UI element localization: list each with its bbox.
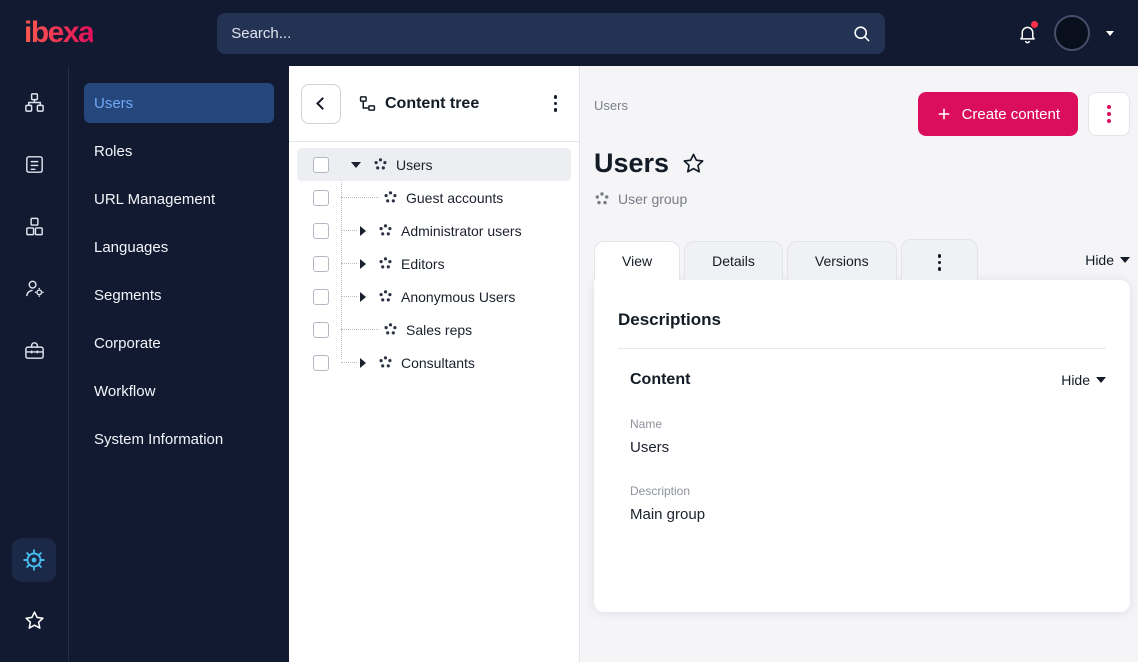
tree-connector: [341, 263, 357, 264]
sidebar-item-segments[interactable]: Segments: [84, 275, 274, 315]
global-search[interactable]: [217, 12, 886, 54]
search-input[interactable]: [231, 24, 853, 42]
user-group-icon: [378, 223, 393, 238]
user-group-icon: [373, 157, 388, 172]
search-icon: [852, 24, 871, 43]
content-tree-title: Content tree: [359, 95, 479, 113]
tree-row-administrator-users[interactable]: Administrator users: [297, 214, 571, 247]
sidebar-item-languages[interactable]: Languages: [84, 227, 274, 267]
tab-bar: View Details Versions Hide: [594, 239, 1130, 280]
notification-dot: [1031, 20, 1038, 28]
tree-connector: [341, 230, 357, 231]
create-content-button[interactable]: Create content: [917, 92, 1078, 136]
chevron-down-icon[interactable]: [1106, 30, 1114, 36]
toolbox-icon[interactable]: [14, 330, 54, 370]
user-group-icon: [383, 322, 398, 337]
checkbox[interactable]: [313, 255, 329, 272]
breadcrumb[interactable]: Users: [594, 98, 628, 113]
sidebar-item-system-information[interactable]: System Information: [84, 419, 274, 459]
collapse-tree-button[interactable]: [301, 83, 341, 124]
settings-gear-icon[interactable]: [12, 538, 56, 582]
favorite-star-icon[interactable]: [681, 151, 706, 176]
checkbox[interactable]: [313, 222, 329, 239]
bookmarks-star-icon[interactable]: [14, 600, 54, 640]
descriptions-card: Descriptions Content Hide Name Users Des…: [594, 279, 1130, 612]
checkbox[interactable]: [313, 189, 329, 206]
card-heading: Descriptions: [618, 309, 721, 329]
content-structure-icon[interactable]: [14, 82, 54, 122]
caret-down-icon[interactable]: [351, 161, 361, 168]
tab-versions[interactable]: Versions: [786, 240, 897, 280]
tree-row-sales-reps[interactable]: Sales reps: [297, 313, 571, 346]
sidebar-item-users[interactable]: Users: [84, 83, 274, 123]
sidebar-item-roles[interactable]: Roles: [84, 131, 274, 171]
page-options-kebab[interactable]: [1088, 92, 1130, 136]
caret-down-icon: [1120, 256, 1130, 263]
content-type-label: User group: [594, 191, 1130, 207]
field-label-name: Name: [630, 416, 663, 431]
content-section: Content Hide Name Users Description Main…: [618, 349, 1106, 523]
tree-row-consultants[interactable]: Consultants: [297, 346, 571, 379]
modules-icon[interactable]: [14, 206, 54, 246]
tree-row-anonymous-users[interactable]: Anonymous Users: [297, 280, 571, 313]
tree-row-users[interactable]: Users: [297, 148, 571, 181]
user-group-icon: [594, 191, 610, 207]
tab-more-kebab[interactable]: [900, 239, 979, 280]
caret-right-icon[interactable]: [360, 357, 366, 368]
section-hide-toggle[interactable]: Hide: [1061, 372, 1106, 388]
content-tree: Users Guest accounts Administrator users…: [289, 142, 579, 385]
tree-icon: [359, 95, 376, 112]
sidebar-item-workflow[interactable]: Workflow: [84, 371, 274, 411]
checkbox[interactable]: [313, 156, 329, 173]
caret-right-icon[interactable]: [360, 291, 366, 302]
content-tree-header: Content tree: [289, 66, 579, 142]
caret-right-icon[interactable]: [360, 258, 366, 269]
content-tree-panel: Content tree Users Guest accounts Admini…: [289, 66, 580, 662]
user-group-icon: [383, 190, 398, 205]
sidebar-menu: Users Roles URL Management Languages Seg…: [69, 66, 289, 662]
caret-down-icon: [1096, 376, 1106, 383]
tree-connector: [341, 197, 379, 198]
tree-connector: [341, 362, 357, 363]
icon-rail: [0, 66, 69, 662]
caret-right-icon[interactable]: [360, 225, 366, 236]
user-group-icon: [378, 355, 393, 370]
notifications-bell-icon[interactable]: [1017, 20, 1038, 44]
tree-connector: [341, 329, 379, 330]
field-label-description: Description: [630, 483, 691, 498]
user-group-icon: [378, 256, 393, 271]
hide-toggle[interactable]: Hide: [1085, 252, 1130, 268]
sidebar-item-corporate[interactable]: Corporate: [84, 323, 274, 363]
user-group-icon: [378, 289, 393, 304]
admin-list-icon[interactable]: [14, 144, 54, 184]
checkbox[interactable]: [313, 354, 329, 371]
tab-details[interactable]: Details: [684, 240, 783, 280]
ibexa-logo[interactable]: ibexa: [24, 16, 95, 50]
tree-row-editors[interactable]: Editors: [297, 247, 571, 280]
main-content: Users Create content Users User group Vi…: [580, 66, 1138, 662]
chevron-left-icon: [316, 97, 329, 110]
page-title: Users: [594, 148, 670, 178]
tree-connector: [341, 296, 357, 297]
checkbox[interactable]: [313, 321, 329, 338]
field-value-description: Main group: [630, 505, 706, 523]
plus-icon: [936, 106, 952, 122]
tab-view[interactable]: View: [594, 240, 681, 280]
personalization-icon[interactable]: [14, 268, 54, 308]
topbar: ibexa: [0, 0, 1138, 66]
tree-options-kebab[interactable]: [544, 89, 568, 118]
user-avatar[interactable]: [1054, 15, 1090, 51]
sidebar-item-url-management[interactable]: URL Management: [84, 179, 274, 219]
section-title: Content: [630, 370, 691, 388]
tree-row-guest-accounts[interactable]: Guest accounts: [297, 181, 571, 214]
checkbox[interactable]: [313, 288, 329, 305]
field-value-name: Users: [630, 438, 670, 456]
